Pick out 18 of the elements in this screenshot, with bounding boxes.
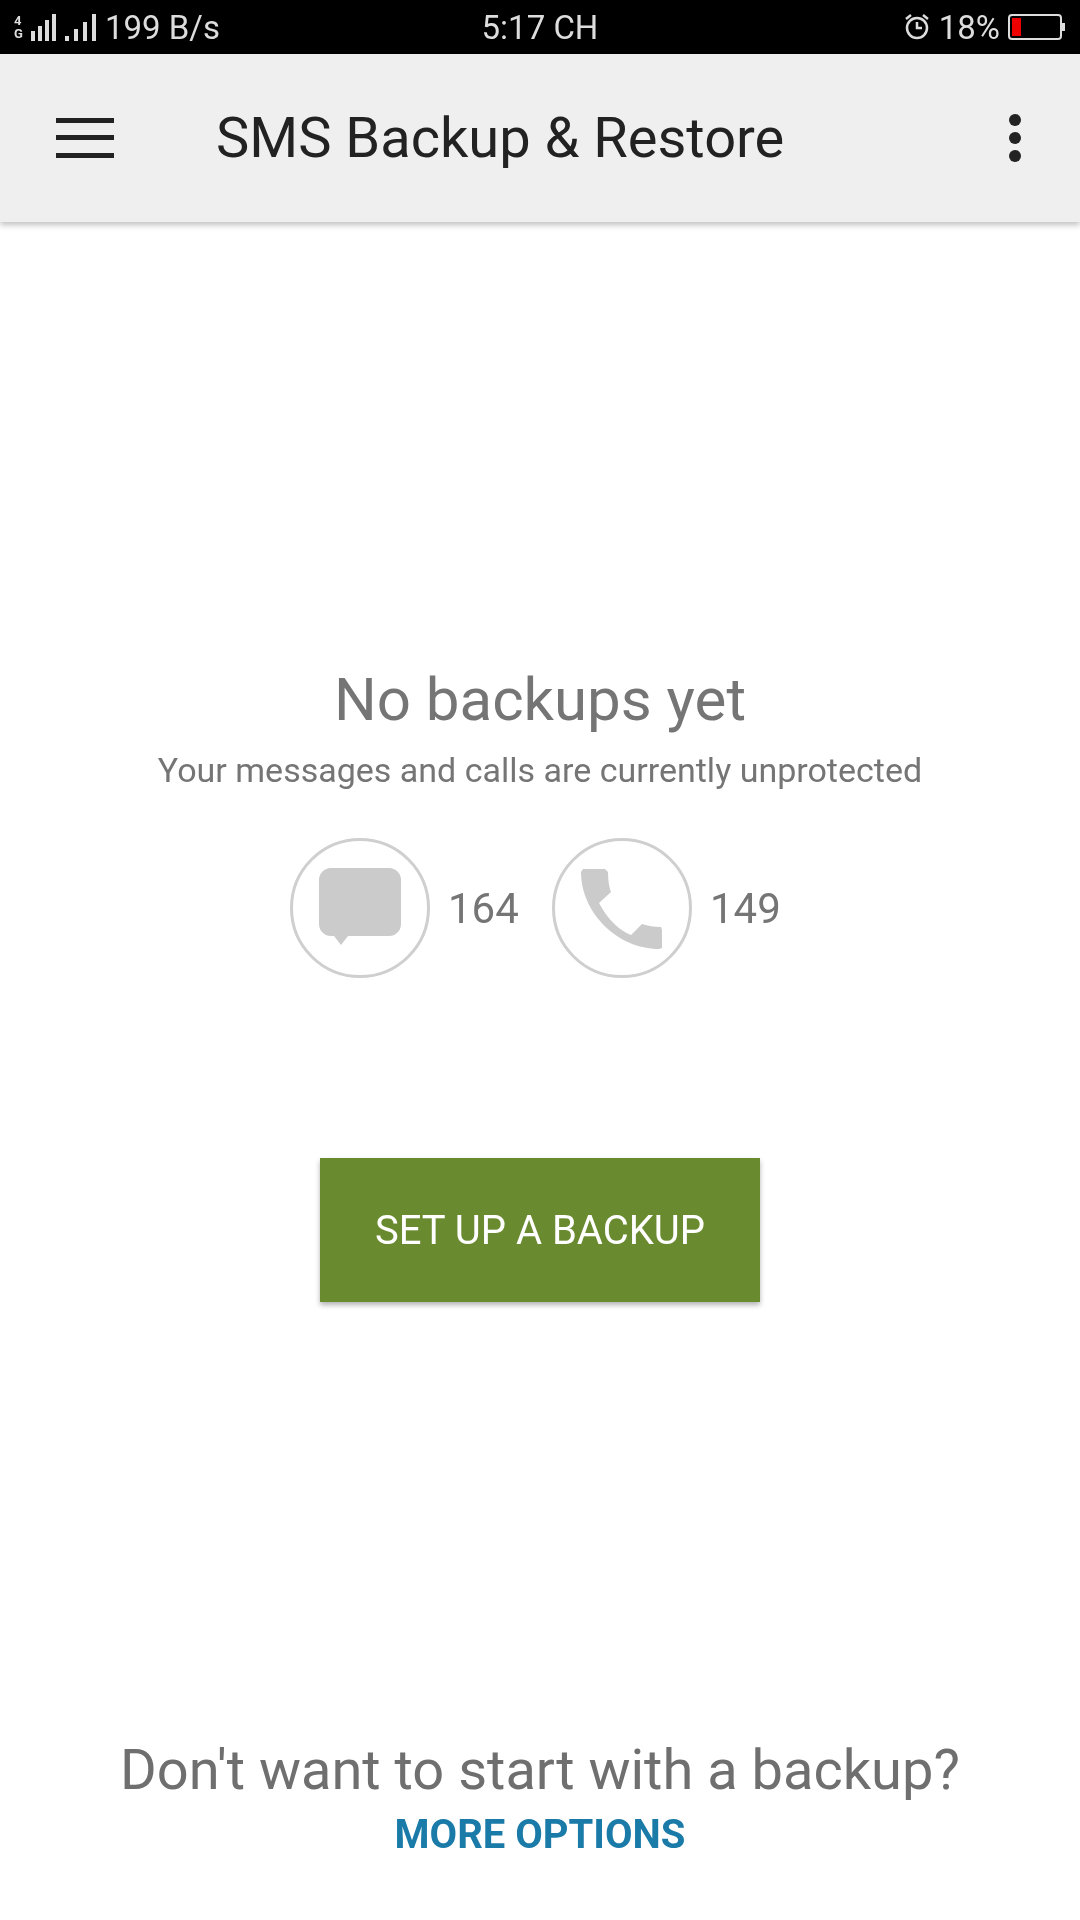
network-type: 4G (14, 14, 23, 40)
empty-state-subtitle: Your messages and calls are currently unprotected (157, 750, 923, 790)
battery-icon (1008, 14, 1066, 40)
signal-icon (64, 13, 97, 41)
menu-icon (56, 118, 114, 158)
app-title: SMS Backup & Restore (216, 105, 785, 171)
footer-question: Don't want to start with a backup? (120, 1737, 960, 1803)
set-up-backup-button[interactable]: SET UP A BACKUP (320, 1158, 760, 1302)
clock-time: 5:17 CH (481, 7, 599, 47)
more-options-link[interactable]: MORE OPTIONS (394, 1811, 686, 1858)
count-value: 149 (710, 883, 782, 933)
count-value: 164 (448, 883, 520, 933)
signal-icon (30, 13, 57, 41)
phone-icon (552, 838, 692, 978)
chat-bubble-icon (290, 838, 430, 978)
battery-percent: 18% (938, 7, 1000, 47)
network-speed: 199 B/s (104, 7, 220, 47)
more-vertical-icon (1008, 113, 1022, 163)
